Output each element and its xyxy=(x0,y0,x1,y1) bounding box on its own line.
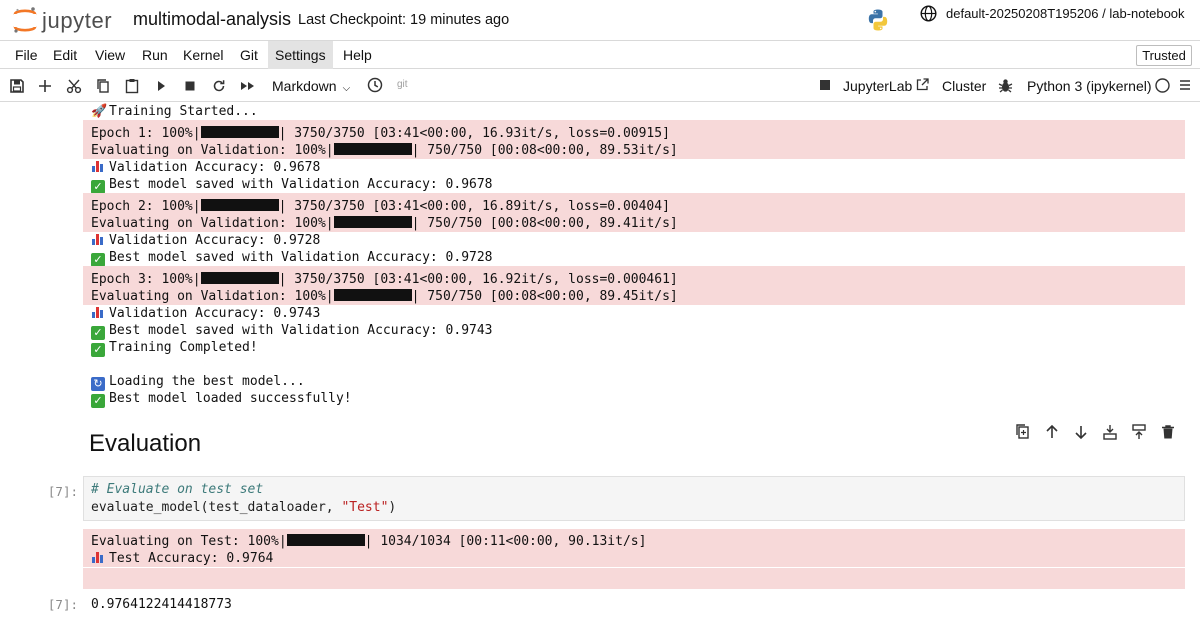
check-mark-icon: ✓ xyxy=(91,343,105,357)
insert-above-icon[interactable] xyxy=(1101,423,1119,441)
logo-text: jupyter xyxy=(42,8,113,33)
output-line: ✓ Best model saved with Validation Accura… xyxy=(91,322,493,340)
stop-square-icon[interactable] xyxy=(818,78,832,92)
hamburger-menu-icon[interactable] xyxy=(1178,78,1192,92)
save-icon[interactable] xyxy=(8,77,26,95)
progress-bar xyxy=(200,272,279,284)
fast-forward-icon[interactable] xyxy=(239,77,257,95)
output-prompt: [7]: xyxy=(47,597,78,612)
globe-icon xyxy=(920,5,937,22)
notebook-toolbar: Markdown ⌵ git JupyterLab Cluster Python … xyxy=(0,70,1200,102)
result-value: 0.9764122414418773 xyxy=(91,597,232,612)
section-heading[interactable]: Evaluation xyxy=(89,430,201,458)
move-up-icon[interactable] xyxy=(1043,423,1061,441)
output-line: 🚀 Training Started... xyxy=(91,104,258,119)
stop-icon[interactable] xyxy=(181,77,199,95)
trusted-badge[interactable]: Trusted xyxy=(1136,45,1192,66)
input-prompt: [7]: xyxy=(47,484,78,499)
delete-cell-icon[interactable] xyxy=(1159,423,1177,441)
menu-edit[interactable]: Edit xyxy=(46,41,84,69)
check-mark-icon: ✓ xyxy=(91,394,105,408)
python-logo-icon xyxy=(868,9,888,31)
server-name: default-20250208T195206 / lab-notebook xyxy=(946,6,1185,21)
duplicate-cell-icon[interactable] xyxy=(1014,423,1032,441)
code-editor[interactable]: # Evaluate on test set evaluate_model(te… xyxy=(83,476,1185,521)
progress-line: Evaluating on Validation: 100%| | 750/750… xyxy=(91,216,678,231)
progress-bar xyxy=(286,534,365,546)
chevron-down-icon: ⌵ xyxy=(342,83,351,94)
output-line: Validation Accuracy: 0.9728 xyxy=(91,232,320,249)
menu-run[interactable]: Run xyxy=(135,41,175,69)
menu-help[interactable]: Help xyxy=(336,41,379,69)
code-comment: # Evaluate on test set xyxy=(91,482,264,497)
menu-file[interactable]: File xyxy=(8,41,45,69)
progress-line: Epoch 1: 100%| | 3750/3750 [03:41<00:00, … xyxy=(91,126,670,141)
menu-bar: File Edit View Run Kernel Git Settings H… xyxy=(0,41,1200,69)
copy-icon[interactable] xyxy=(94,77,112,95)
refresh-icon: ↻ xyxy=(91,377,105,391)
check-mark-icon: ✓ xyxy=(91,326,105,340)
progress-line: Epoch 3: 100%| | 3750/3750 [03:41<00:00, … xyxy=(91,272,678,287)
output-line: ✓ Training Completed! xyxy=(91,339,258,357)
bar-chart-icon xyxy=(91,305,105,319)
bar-chart-icon xyxy=(91,232,105,246)
jupyter-logo[interactable]: jupyter xyxy=(12,5,122,35)
output-line: ↻ Loading the best model... xyxy=(91,373,305,391)
move-down-icon[interactable] xyxy=(1072,423,1090,441)
output-line: ✓ Best model saved with Validation Accura… xyxy=(91,176,493,194)
menu-view[interactable]: View xyxy=(88,41,132,69)
cell-type-label: Markdown xyxy=(272,78,337,94)
rocket-icon: 🚀 xyxy=(91,104,108,119)
git-label[interactable]: git xyxy=(397,79,408,90)
progress-line: Evaluating on Test: 100%| | 1034/1034 [00… xyxy=(91,534,647,549)
add-cell-icon[interactable] xyxy=(36,77,54,95)
top-header: jupyter multimodal-analysis Last Checkpo… xyxy=(0,0,1200,41)
bug-icon[interactable] xyxy=(997,77,1014,94)
notebook-name[interactable]: multimodal-analysis xyxy=(133,9,291,30)
output-line: Validation Accuracy: 0.9678 xyxy=(91,159,320,176)
jupyter-logo-icon xyxy=(13,7,37,33)
check-mark-icon: ✓ xyxy=(91,180,105,194)
progress-bar xyxy=(333,216,412,228)
bar-chart-icon xyxy=(91,159,105,173)
output-line: ✓ Best model saved with Validation Accura… xyxy=(91,249,493,267)
progress-line: Epoch 2: 100%| | 3750/3750 [03:41<00:00, … xyxy=(91,199,670,214)
progress-bar xyxy=(333,289,412,301)
code-line: # Evaluate on test set xyxy=(91,482,263,497)
clock-icon[interactable] xyxy=(366,76,384,94)
progress-bar xyxy=(200,126,279,138)
last-checkpoint: Last Checkpoint: 19 minutes ago xyxy=(298,12,510,28)
cell-type-select[interactable]: Markdown ⌵ xyxy=(272,78,350,94)
output-line: Validation Accuracy: 0.9743 xyxy=(91,305,320,322)
menu-git[interactable]: Git xyxy=(233,41,265,69)
restart-icon[interactable] xyxy=(210,77,228,95)
paste-icon[interactable] xyxy=(123,77,141,95)
insert-below-icon[interactable] xyxy=(1130,423,1148,441)
progress-bar xyxy=(200,199,279,211)
code-line: evaluate_model(test_dataloader, "Test") xyxy=(91,500,397,515)
jupyterlab-link[interactable]: JupyterLab xyxy=(843,78,912,94)
kernel-name[interactable]: Python 3 (ipykernel) xyxy=(1027,78,1152,94)
run-icon[interactable] xyxy=(152,77,170,95)
progress-line: Evaluating on Validation: 100%| | 750/750… xyxy=(91,143,678,158)
menu-kernel[interactable]: Kernel xyxy=(176,41,230,69)
bar-chart-icon xyxy=(91,550,105,564)
stderr-divider xyxy=(83,567,1185,568)
output-line: Test Accuracy: 0.9764 xyxy=(91,550,273,567)
check-mark-icon: ✓ xyxy=(91,253,105,267)
menu-settings[interactable]: Settings xyxy=(268,41,333,69)
progress-bar xyxy=(333,143,412,155)
kernel-status-idle-icon xyxy=(1155,78,1170,93)
external-link-icon[interactable] xyxy=(915,77,930,92)
cut-icon[interactable] xyxy=(65,77,83,95)
output-line: ✓ Best model loaded successfully! xyxy=(91,390,352,408)
cluster-button[interactable]: Cluster xyxy=(942,78,986,94)
progress-line: Evaluating on Validation: 100%| | 750/750… xyxy=(91,289,678,304)
